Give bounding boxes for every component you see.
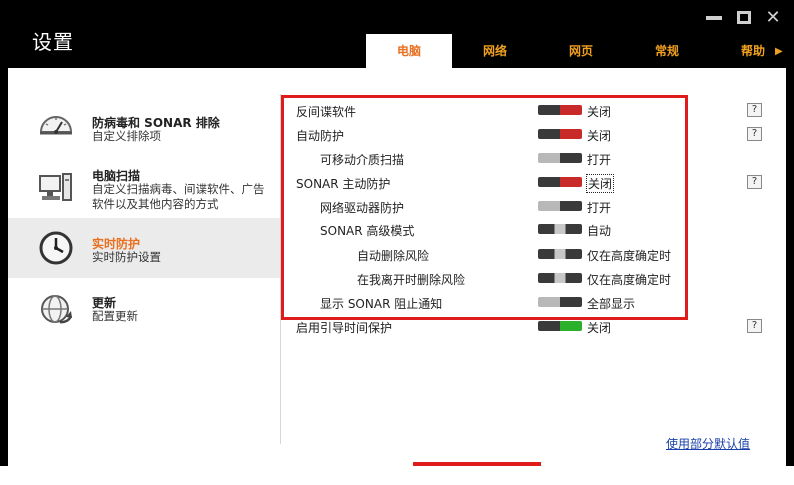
sidebar-item-subtitle: 实时防护设置 — [92, 250, 161, 264]
setting-label: SONAR 高级模式 — [320, 224, 415, 238]
window-title: 设置 — [32, 30, 74, 54]
setting-value: 关闭 — [587, 105, 612, 119]
help-icon[interactable]: ? — [747, 319, 762, 333]
setting-toggle[interactable] — [538, 177, 582, 187]
setting-label: 可移动介质扫描 — [320, 153, 405, 167]
sidebar-item-subtitle: 配置更新 — [92, 309, 138, 323]
setting-value: 全部显示 — [587, 297, 636, 311]
tab-web[interactable]: 网页 — [538, 34, 624, 68]
setting-slider[interactable] — [538, 224, 582, 234]
setting-value: 打开 — [587, 153, 612, 167]
setting-row: 在我离开时删除风险 仅在高度确定时 — [296, 267, 766, 291]
setting-toggle[interactable] — [538, 129, 582, 139]
close-button[interactable]: ✕ — [763, 8, 783, 28]
close-icon: ✕ — [765, 7, 781, 28]
bottom-strip — [0, 466, 794, 485]
setting-toggle[interactable] — [538, 153, 582, 163]
sidebar-item-computer-scan[interactable]: 电脑扫描 自定义扫描病毒、间谍软件、广告软件以及其他内容的方式 — [8, 158, 280, 220]
minimize-icon — [706, 16, 722, 20]
setting-slider[interactable] — [538, 297, 582, 307]
setting-value: 关闭 — [587, 129, 612, 143]
setting-row: 自动防护 关闭 ? — [296, 123, 766, 147]
panel-divider — [280, 94, 281, 444]
maximize-button[interactable] — [734, 8, 754, 28]
maximize-icon — [737, 11, 751, 24]
tab-general[interactable]: 常规 — [624, 34, 710, 68]
tab-scroll-right-icon[interactable]: ▶ — [775, 46, 783, 57]
tab-network[interactable]: 网络 — [452, 34, 538, 68]
setting-row: SONAR 主动防护 关闭 ? — [296, 171, 766, 195]
setting-slider[interactable] — [538, 249, 582, 259]
setting-row: 可移动介质扫描 打开 — [296, 147, 766, 171]
setting-toggle[interactable] — [538, 321, 582, 331]
use-defaults-link[interactable]: 使用部分默认值 — [666, 435, 750, 452]
setting-value: 打开 — [587, 201, 612, 215]
setting-label: SONAR 主动防护 — [296, 177, 391, 191]
help-icon[interactable]: ? — [747, 175, 762, 189]
setting-value: 关闭 — [585, 174, 615, 193]
setting-row: 自动删除风险 仅在高度确定时 — [296, 243, 766, 267]
setting-value: 自动 — [587, 224, 612, 238]
tab-bar: 电脑 网络 网页 常规 帮助 — [366, 34, 794, 68]
setting-label: 显示 SONAR 阻止通知 — [320, 297, 443, 311]
computer-icon — [39, 173, 72, 201]
setting-label: 在我离开时删除风险 — [357, 273, 466, 287]
setting-value: 仅在高度确定时 — [587, 249, 672, 263]
setting-row: SONAR 高级模式 自动 — [296, 218, 766, 242]
sidebar-item-subtitle: 自定义扫描病毒、间谍软件、广告软件以及其他内容的方式 — [92, 182, 265, 211]
help-icon[interactable]: ? — [747, 103, 762, 117]
setting-row: 网络驱动器防护 打开 — [296, 195, 766, 219]
setting-toggle[interactable] — [538, 201, 582, 211]
setting-label: 自动防护 — [296, 129, 345, 143]
tab-computer[interactable]: 电脑 — [366, 34, 452, 68]
window-frame-left — [0, 68, 8, 466]
setting-label: 自动删除风险 — [357, 249, 430, 263]
setting-toggle[interactable] — [538, 105, 582, 115]
annotation-bottom-mark — [413, 462, 541, 466]
setting-row: 显示 SONAR 阻止通知 全部显示 — [296, 291, 766, 315]
setting-value: 仅在高度确定时 — [587, 273, 672, 287]
help-icon[interactable]: ? — [747, 127, 762, 141]
setting-value: 关闭 — [587, 321, 612, 335]
clock-icon — [39, 231, 73, 265]
globe-update-icon — [41, 295, 73, 324]
gauge-icon — [39, 116, 73, 135]
sidebar-item-updates[interactable]: 更新 配置更新 — [8, 280, 280, 340]
sidebar-item-av-exclusions[interactable]: 防病毒和 SONAR 排除 自定义排除项 — [8, 94, 280, 154]
setting-slider[interactable] — [538, 273, 582, 283]
window-frame-right — [786, 68, 794, 466]
setting-label: 反间谍软件 — [296, 105, 357, 119]
setting-label: 启用引导时间保护 — [296, 321, 393, 335]
sidebar-item-realtime-protection[interactable]: 实时防护 实时防护设置 — [8, 218, 280, 278]
setting-row: 反间谍软件 关闭 ? — [296, 99, 766, 123]
setting-label: 网络驱动器防护 — [320, 201, 405, 215]
minimize-button[interactable] — [704, 8, 724, 28]
setting-row: 启用引导时间保护 关闭 ? — [296, 315, 766, 339]
sidebar-item-subtitle: 自定义排除项 — [92, 129, 161, 143]
